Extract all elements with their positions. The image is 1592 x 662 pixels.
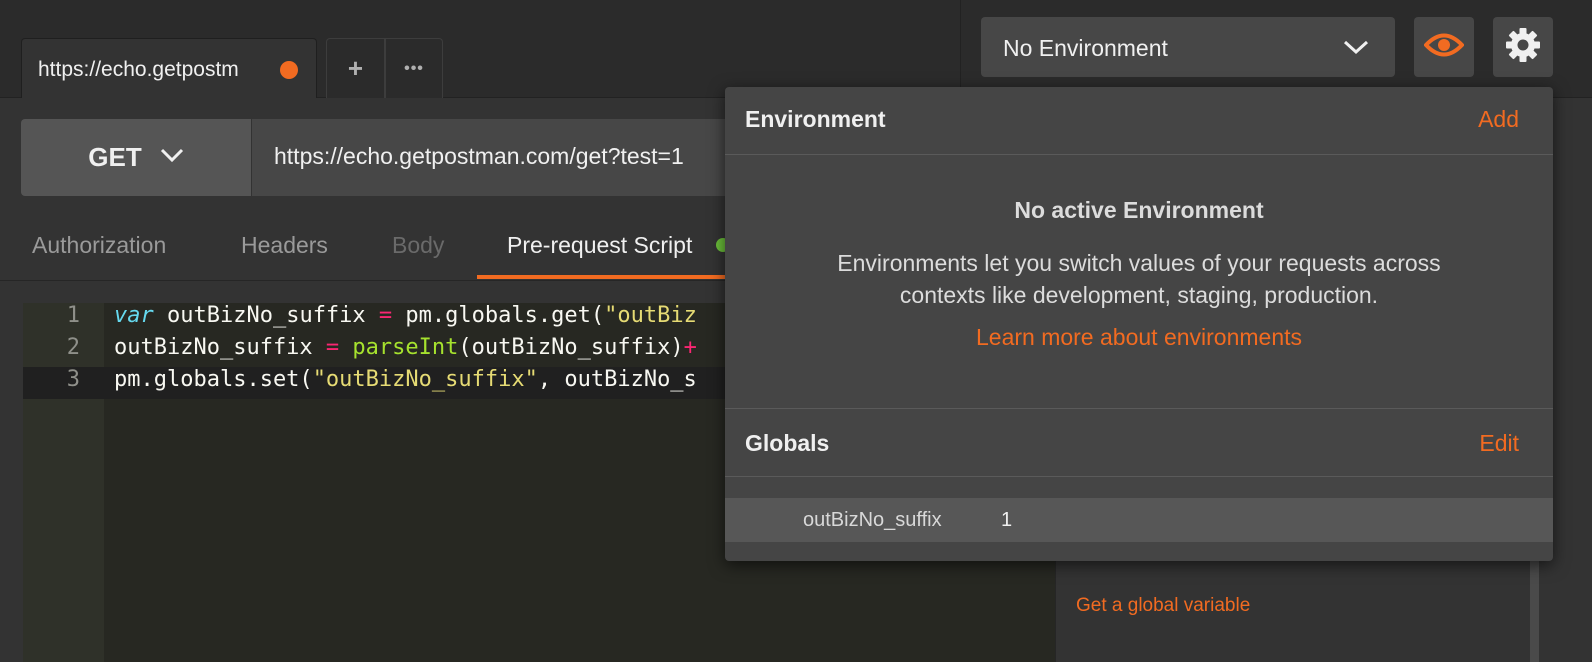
new-tab-button[interactable]: + — [326, 38, 385, 98]
global-variable-row: outBizNo_suffix 1 — [725, 498, 1553, 542]
empty-state-description-line: contexts like development, staging, prod… — [899, 282, 1379, 308]
code-token: , outBizNo_s — [537, 367, 697, 392]
gear-icon — [1504, 26, 1542, 69]
code-token: outBizNo_suffix — [114, 335, 326, 360]
request-tab-title: https://echo.getpostm — [38, 58, 239, 81]
empty-state-description: Environments let you switch values of yo… — [725, 247, 1553, 311]
tab-authorization[interactable]: Authorization — [32, 232, 166, 259]
chevron-down-icon — [160, 147, 184, 168]
code-token: parseInt — [352, 335, 459, 360]
environment-heading: Environment — [745, 106, 886, 132]
environment-quick-look-popover: Environment Add No active Environment En… — [725, 87, 1553, 561]
snippet-get-global-variable[interactable]: Get a global variable — [1076, 595, 1250, 617]
learn-more-link-text[interactable]: Learn more about environments — [976, 324, 1302, 350]
code-token: = — [378, 303, 393, 328]
request-tab[interactable]: https://echo.getpostm — [21, 38, 317, 98]
active-tab-indicator — [477, 275, 740, 279]
chevron-down-icon — [1343, 37, 1369, 62]
manage-environments-button[interactable] — [1493, 17, 1553, 77]
code-token: outBizNo_suffix — [153, 303, 379, 328]
environment-select[interactable]: No Environment — [981, 17, 1395, 77]
globals-heading: Globals — [745, 430, 830, 456]
add-environment-link[interactable]: Add — [1478, 106, 1519, 133]
code-line: outBizNo_suffix = parseInt(outBizNo_suff… — [114, 335, 697, 360]
learn-more-link: Learn more about environments — [725, 324, 1553, 351]
line-number: 1 — [66, 303, 80, 328]
divider — [0, 280, 740, 281]
global-variable-value: 1 — [1001, 509, 1013, 531]
code-token: (outBizNo_suffix) — [458, 335, 684, 360]
request-subtabs: Authorization Headers Body Pre-request S… — [0, 220, 740, 280]
eye-icon — [1423, 32, 1465, 63]
code-token: pm.globals.set( — [114, 367, 313, 392]
line-number: 2 — [66, 335, 80, 360]
tab-body[interactable]: Body — [392, 232, 444, 259]
edit-globals-link[interactable]: Edit — [1479, 430, 1519, 457]
method-select[interactable]: GET — [21, 119, 251, 196]
environment-select-value: No Environment — [1003, 35, 1168, 61]
code-token: + — [683, 335, 697, 360]
divider — [725, 408, 1553, 409]
postman-window: https://echo.getpostm + ••• No Environme… — [0, 0, 1592, 662]
tab-headers[interactable]: Headers — [241, 232, 328, 259]
code-token: var — [114, 303, 154, 328]
divider — [960, 0, 961, 98]
environment-quick-look-button[interactable] — [1414, 17, 1474, 77]
empty-state-description-line: Environments let you switch values of yo… — [837, 250, 1441, 276]
empty-state-title: No active Environment — [1014, 197, 1264, 223]
plus-icon: + — [347, 53, 364, 83]
url-value: https://echo.getpostman.com/get?test=1 — [274, 143, 684, 169]
top-bar: https://echo.getpostm + ••• No Environme… — [0, 0, 1592, 98]
more-tabs-button[interactable]: ••• — [385, 38, 443, 98]
line-number: 3 — [66, 367, 80, 392]
global-variable-key: outBizNo_suffix — [803, 509, 942, 531]
code-token: "outBiz — [604, 303, 697, 328]
divider — [725, 476, 1553, 477]
code-line: var outBizNo_suffix = pm.globals.get("ou… — [114, 303, 697, 328]
method-label: GET — [88, 142, 142, 172]
code-token: = — [325, 335, 340, 360]
code-line: pm.globals.set("outBizNo_suffix", outBiz… — [114, 367, 697, 392]
unsaved-dot-icon — [280, 61, 298, 79]
code-token: pm.globals.get( — [392, 303, 605, 328]
tab-pre-request-script[interactable]: Pre-request Script — [507, 232, 692, 259]
url-input[interactable]: https://echo.getpostman.com/get?test=1 — [252, 119, 732, 196]
divider — [725, 154, 1553, 155]
more-icon: ••• — [404, 59, 424, 77]
code-token: "outBizNo_suffix" — [312, 367, 538, 392]
